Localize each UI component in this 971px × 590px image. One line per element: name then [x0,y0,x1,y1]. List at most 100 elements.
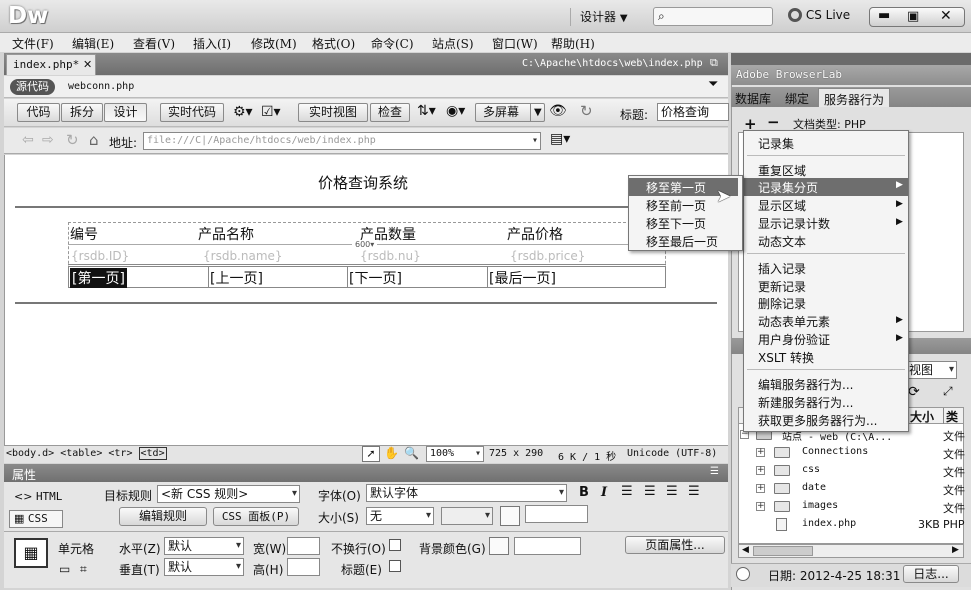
cs-live-button[interactable]: CS Live [788,8,850,22]
refresh-files-icon[interactable]: ⟳ [908,384,920,400]
live-view-button[interactable]: 实时视图 [298,103,368,122]
search-input[interactable]: ⌕ [653,7,773,26]
live-code-button[interactable]: 实时代码 [160,103,224,122]
view-select[interactable]: 视图 [905,361,957,379]
menu-item-edit-behaviors[interactable]: 编辑服务器行为... [758,376,853,393]
menu-help[interactable]: 帮助(H) [551,35,595,52]
forward-icon[interactable]: ⇨ [42,132,54,148]
tab-restore-icon[interactable]: ⧉ [710,56,718,70]
source-code-pill[interactable]: 源代码 [10,79,55,95]
menu-item-delete-record[interactable]: 删除记录 [758,295,806,312]
browserlab-header[interactable]: Adobe BrowserLab [731,65,971,85]
inspect-button[interactable]: 检查 [370,103,410,122]
scroll-left-icon[interactable]: ◀ [742,545,749,555]
menu-item-user-auth[interactable]: 用户身份验证 [758,331,830,348]
menu-item-more-behaviors[interactable]: 获取更多服务器行为... [758,412,877,429]
menu-item-insert-record[interactable]: 插入记录 [758,260,806,277]
minimize-icon[interactable]: ▬ [878,8,890,23]
bg-color-input[interactable] [514,537,581,555]
file-row-connections[interactable]: + Connections 文件 [738,444,965,462]
page-properties-button[interactable]: 页面属性... [625,536,725,554]
zoom-select[interactable]: 100% [426,446,484,462]
size-unit-select[interactable] [441,507,493,525]
tab-databases[interactable]: 数据库 [735,90,771,107]
menu-item-repeat-region[interactable]: 重复区域 [758,162,806,179]
remove-behavior-icon[interactable]: − [767,113,780,131]
font-select[interactable]: 默认字体 [366,484,567,502]
menu-item-xslt[interactable]: XSLT 转换 [758,349,814,366]
html-mode-button[interactable]: <> HTML [14,490,62,503]
tab-close-icon[interactable]: ✕ [83,58,92,71]
expand-icon[interactable]: + [756,484,765,493]
scroll-thumb[interactable] [753,546,813,556]
multiscreen-button[interactable]: 多屏幕 ▼ [475,103,545,122]
tag-td[interactable]: <td> [138,447,167,460]
italic-button[interactable]: I [601,485,607,500]
menu-modify[interactable]: 修改(M) [251,35,297,52]
menu-item-dynamic-text[interactable]: 动态文本 [758,233,806,250]
file-row-index[interactable]: index.php 3KB PHP [738,516,965,534]
tag-table[interactable]: <table> [60,448,102,459]
size-select[interactable]: 无 [366,507,434,525]
title-input[interactable]: 价格查询 [657,103,729,121]
visual-aids-icon[interactable]: 👁 [549,103,567,119]
target-rule-select[interactable]: <新 CSS 规则> [157,485,300,503]
document-tab[interactable]: index.php* ✕ [6,54,96,75]
log-button[interactable]: 日志... [903,565,959,583]
menu-item-display-count[interactable]: 显示记录计数 [758,215,830,232]
split-view-button[interactable]: 拆分 [61,103,103,122]
nav-previous-page[interactable]: [上一页] [210,268,263,288]
align-center-icon[interactable]: ☰ [644,484,656,499]
align-right-icon[interactable]: ☰ [666,484,678,499]
design-canvas[interactable] [4,155,728,445]
menu-view[interactable]: 查看(V) [133,35,175,52]
align-left-icon[interactable]: ☰ [621,484,633,499]
edit-rule-button[interactable]: 编辑规则 [119,507,207,526]
submenu-move-last[interactable]: 移至最后一页 [646,233,718,250]
file-row-css[interactable]: + css 文件 [738,462,965,480]
files-scrollbar[interactable]: ◀ ▶ [738,544,964,558]
menu-item-dynamic-form[interactable]: 动态表单元素 [758,313,830,330]
hand-tool-icon[interactable]: ✋ [384,446,399,460]
nav-next-page[interactable]: [下一页] [349,268,402,288]
file-row-images[interactable]: + images 文件 [738,498,965,516]
menu-item-update-record[interactable]: 更新记录 [758,278,806,295]
col-type-header[interactable]: 类 [943,408,958,425]
bold-button[interactable]: B [579,485,589,500]
zoom-tool-icon[interactable]: 🔍 [404,446,419,460]
file-management-icon[interactable]: ⇅▾ [417,103,436,119]
panel-menu-icon[interactable]: ☰ [710,466,719,477]
css-mode-button[interactable]: ▦ CSS [9,510,63,528]
col-size-header[interactable]: 大小 [910,408,934,425]
file-row-date[interactable]: + date 文件 [738,480,965,498]
home-icon[interactable]: ⌂ [89,131,99,149]
merge-cells-icon[interactable]: ▭ [59,562,70,576]
menu-insert[interactable]: 插入(I) [193,35,231,52]
options-icon[interactable]: ▤▾ [550,131,570,147]
text-color-swatch[interactable] [500,506,520,526]
nav-last-page[interactable]: [最后一页] [489,268,556,288]
menu-format[interactable]: 格式(O) [312,35,355,52]
tab-server-behaviors[interactable]: 服务器行为 [818,88,890,107]
code-view-button[interactable]: 代码 [17,103,60,122]
height-input[interactable] [287,558,320,576]
expand-panel-icon[interactable]: ⤢ [943,384,953,399]
bg-color-swatch[interactable] [489,537,509,555]
select-tool-icon[interactable]: ➚ [362,446,380,462]
menu-item-recordset[interactable]: 记录集 [758,135,794,152]
nav-first-page[interactable]: [第一页] [70,268,127,288]
css-panel-button[interactable]: CSS 面板(P) [213,507,299,526]
inspect-bug-icon[interactable]: ⚙▾ [233,104,253,120]
maximize-icon[interactable]: ▣ [907,9,919,24]
vertical-select[interactable]: 默认 [164,558,244,576]
design-view-button[interactable]: 设计 [104,103,147,122]
justify-icon[interactable]: ☰ [688,484,700,499]
horizontal-select[interactable]: 默认 [164,537,244,555]
menu-file[interactable]: 文件(F) [12,35,54,52]
browser-preview-icon[interactable]: ◉▾ [446,103,465,119]
check-page-icon[interactable]: ☑▾ [261,104,281,120]
menu-edit[interactable]: 编辑(E) [72,35,114,52]
width-input[interactable] [287,537,320,555]
menu-window[interactable]: 窗口(W) [492,35,538,52]
address-input[interactable]: file:///C|/Apache/htdocs/web/index.php [143,132,541,150]
